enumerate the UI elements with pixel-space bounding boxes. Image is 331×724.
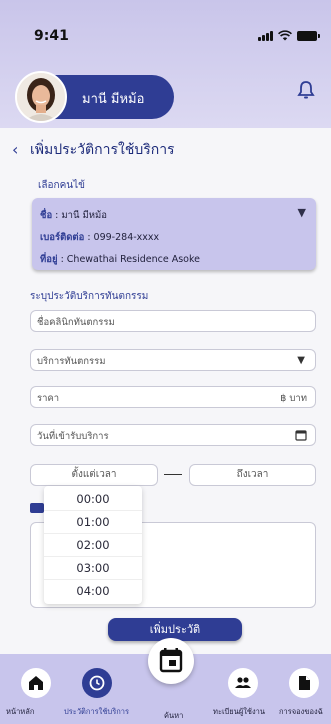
service-select[interactable]: บริการทันตกรรม ▼ — [30, 349, 316, 371]
nav-search[interactable] — [148, 638, 194, 684]
patient-phone-label: เบอร์ติดต่อ — [40, 232, 85, 243]
patient-section-label: เลือกคนไข้ — [38, 180, 85, 191]
time-option-0000[interactable]: 00:00 — [44, 488, 142, 511]
price-unit: ฿ บาท — [280, 393, 307, 404]
nav-users-label: ทะเบียนผู้ใช้งาน — [213, 707, 265, 716]
caret-down-icon: ▼ — [297, 355, 305, 366]
phone-screen: 9:41 มานี มีหม้อ ‹ เพิ่มประวัติการใช้บริ… — [0, 0, 331, 724]
nav-history-label: ประวัติการใช้บริการ — [64, 707, 130, 716]
users-icon — [235, 677, 251, 688]
patient-address-label: ที่อยู่ — [40, 254, 58, 265]
patient-phone-row: เบอร์ติดต่อ : 099-284-xxxx — [40, 230, 159, 245]
patient-name-value: : มานี มีหม้อ — [52, 210, 107, 221]
status-icons — [258, 30, 320, 41]
time-option-0200[interactable]: 02:00 — [44, 534, 142, 557]
status-bar: 9:41 — [0, 22, 331, 50]
nav-home[interactable] — [21, 668, 51, 698]
nav-search-label: ค้นหา — [164, 711, 184, 720]
time-to-input[interactable]: ถึงเวลา — [189, 464, 316, 486]
signal-icon — [258, 30, 273, 41]
calendar-icon[interactable] — [295, 429, 307, 441]
patient-phone-value: : 099-284-xxxx — [84, 232, 160, 243]
battery-icon — [297, 30, 320, 41]
document-icon — [299, 676, 310, 690]
nav-bookings-label: การจองของฉั — [279, 707, 323, 716]
service-section-label: ระบุประวัติบริการทันตกรรม — [30, 291, 149, 302]
calendar-icon — [159, 648, 183, 673]
nav-bookings[interactable] — [289, 668, 319, 698]
price-input[interactable]: ราคา ฿ บาท — [30, 386, 316, 408]
nav-history[interactable] — [82, 668, 112, 698]
bell-icon[interactable] — [297, 80, 315, 100]
patient-name-row: ชื่อ : มานี มีหม้อ — [40, 208, 107, 223]
time-from-input[interactable]: ตั้งแต่เวลา — [30, 464, 158, 486]
time-option-0100[interactable]: 01:00 — [44, 511, 142, 534]
status-time: 9:41 — [34, 28, 69, 44]
nav-users[interactable] — [228, 668, 258, 698]
service-placeholder: บริการทันตกรรม — [37, 356, 106, 367]
clinic-name-placeholder: ชื่อคลินิกทันตกรรม — [37, 317, 115, 328]
patient-select[interactable]: ชื่อ : มานี มีหม้อ เบอร์ติดต่อ : 099-284… — [32, 198, 316, 270]
avatar-image — [17, 73, 65, 121]
clinic-name-input[interactable]: ชื่อคลินิกทันตกรรม — [30, 310, 316, 332]
header: 9:41 มานี มีหม้อ — [0, 0, 331, 128]
user-name[interactable]: มานี มีหม้อ — [82, 88, 144, 109]
time-separator — [164, 474, 182, 475]
date-placeholder: วันที่เข้ารับบริการ — [37, 431, 109, 442]
patient-address-value: : Chewathai Residence Asoke — [57, 254, 200, 265]
chevron-left-icon[interactable]: ‹ — [12, 140, 18, 159]
note-icon — [30, 503, 44, 513]
patient-address-row: ที่อยู่ : Chewathai Residence Asoke — [40, 252, 200, 267]
avatar[interactable] — [15, 71, 67, 123]
home-icon — [29, 676, 43, 690]
time-option-0300[interactable]: 03:00 — [44, 557, 142, 580]
caret-down-icon[interactable]: ▼ — [298, 206, 306, 219]
wifi-icon — [278, 30, 292, 41]
nav-home-label: หน้าหลัก — [6, 707, 35, 716]
history-icon — [89, 675, 105, 691]
patient-name-label: ชื่อ — [40, 210, 53, 221]
time-option-0400[interactable]: 04:00 — [44, 580, 142, 603]
price-placeholder: ราคา — [37, 393, 60, 404]
time-dropdown[interactable]: 00:00 01:00 02:00 03:00 04:00 — [44, 486, 142, 604]
date-input[interactable]: วันที่เข้ารับบริการ — [30, 424, 316, 446]
page-title: เพิ่มประวัติการใช้บริการ — [30, 142, 175, 158]
